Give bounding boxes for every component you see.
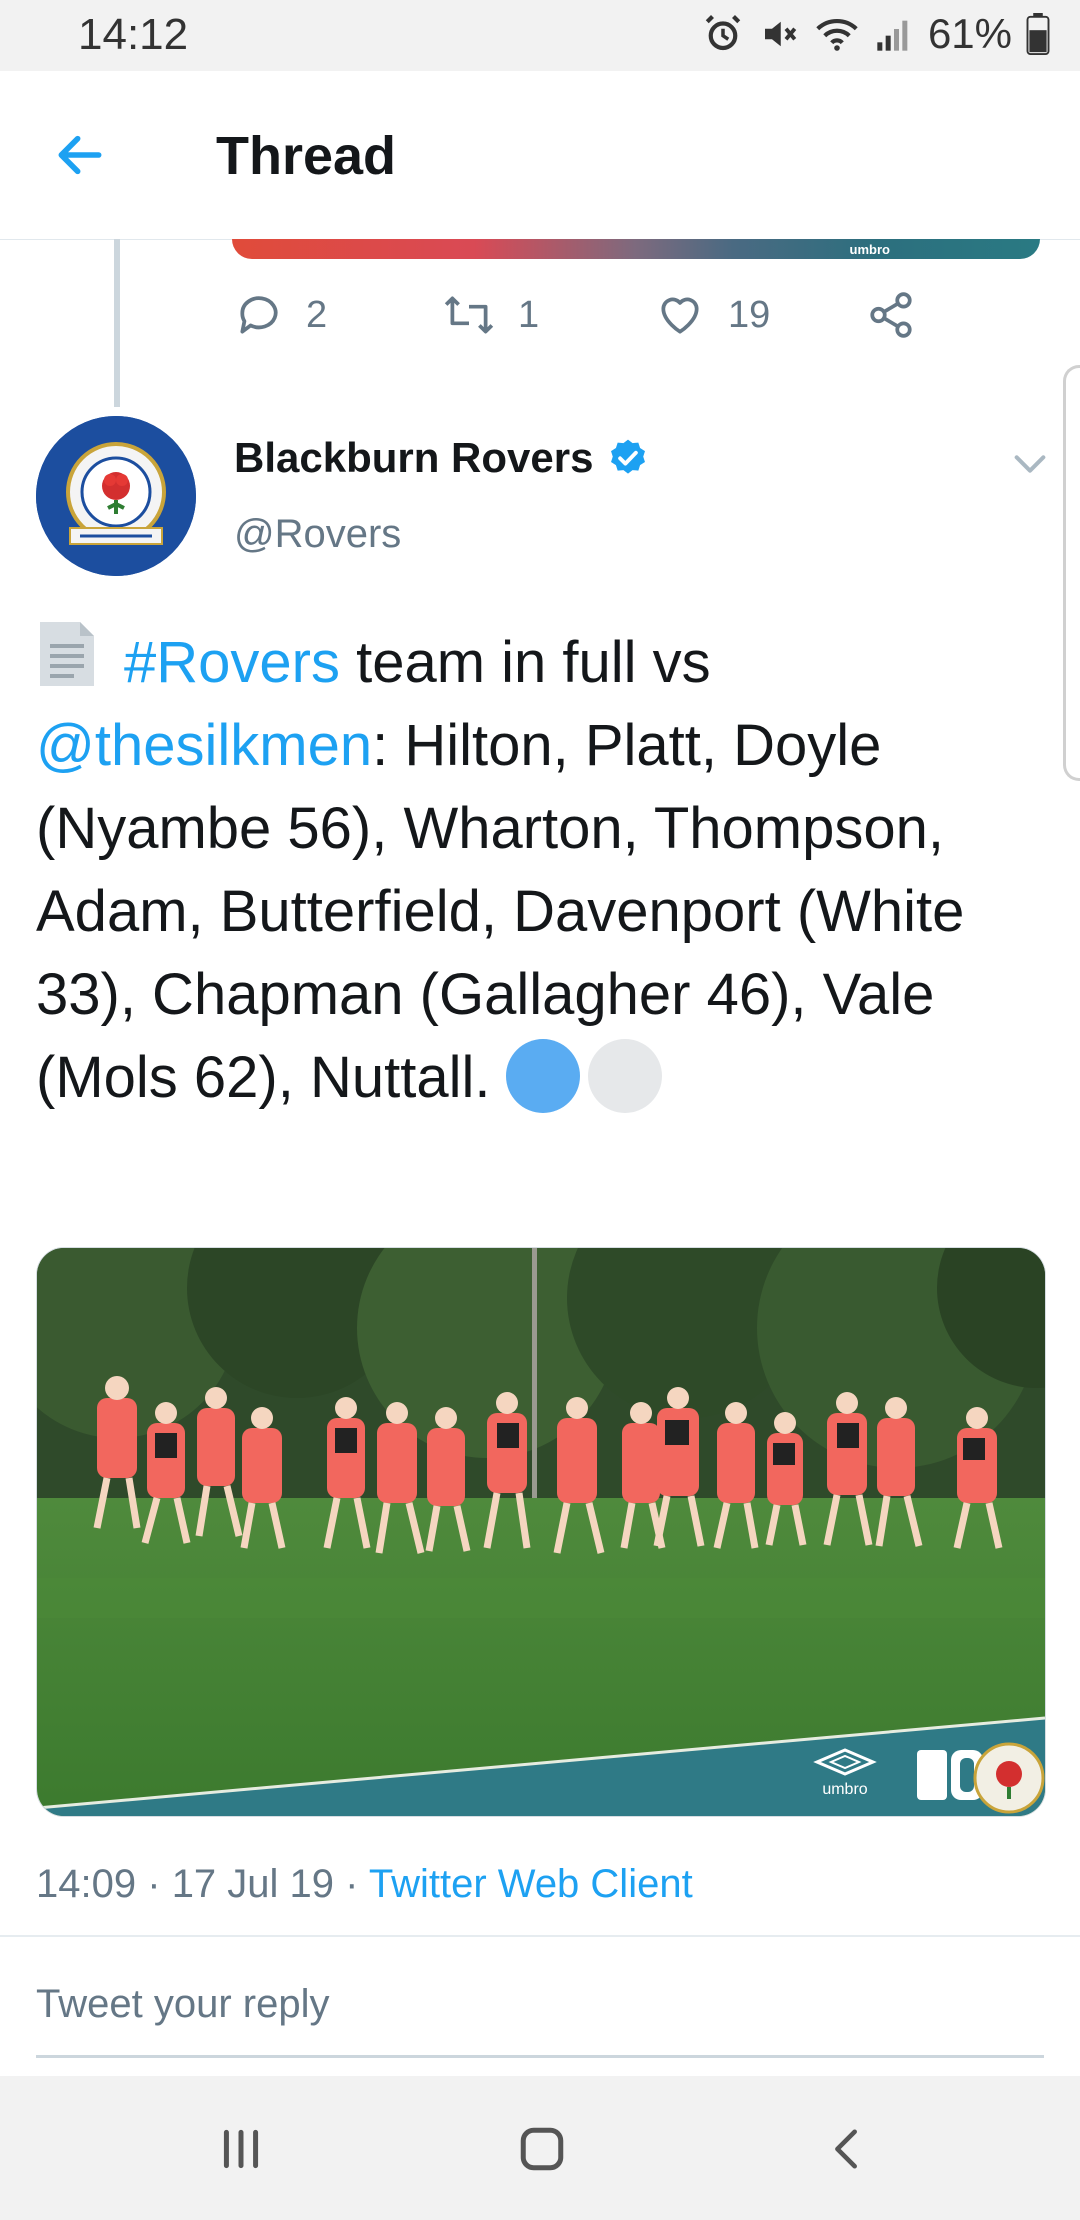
tweet-date: 17 Jul 19 (171, 1862, 335, 1906)
retweet-icon (444, 296, 494, 334)
previous-tweet-media[interactable]: umbro (232, 239, 1040, 259)
page-title: Thread (216, 126, 397, 186)
battery-percent: 61% (927, 10, 1012, 57)
verified-badge-icon (611, 439, 646, 474)
author-name: Blackburn Rovers (234, 434, 594, 481)
edge-panel-handle[interactable] (1063, 365, 1080, 781)
umbro-watermark: umbro (849, 242, 890, 257)
retweet-action[interactable]: 1 (442, 290, 539, 340)
status-bar: 14:12 61% (0, 0, 1080, 71)
status-icons: 61% (702, 10, 1050, 58)
previous-tweet-actions: 2 1 19 (0, 290, 1080, 350)
wifi-icon (816, 18, 858, 51)
reply-icon (240, 296, 278, 334)
home-icon[interactable] (516, 2124, 568, 2174)
tweet-photo[interactable]: umbro (36, 1247, 1046, 1817)
system-nav-bar (0, 2076, 1080, 2220)
app-bar: Thread (0, 71, 1080, 240)
blue-circle-emoji (506, 1039, 581, 1113)
tweet-text: #Rovers team in full vs @thesilkmen: Hil… (36, 618, 1046, 1119)
reply-count: 2 (306, 293, 328, 336)
signal-icon (877, 20, 908, 51)
author-name-row[interactable]: Blackburn Rovers (234, 434, 649, 482)
like-count: 19 (728, 293, 771, 336)
share-icon (870, 292, 912, 338)
meta-separator-1: · (147, 1862, 161, 1906)
alarm-icon (705, 15, 741, 51)
share-action[interactable] (866, 290, 916, 340)
hashtag-rovers-link[interactable]: #Rovers (124, 630, 340, 695)
reply-input-underline (36, 2055, 1044, 2058)
author-handle[interactable]: @Rovers (234, 512, 401, 557)
page-facing-up-emoji (40, 622, 94, 686)
mention-thesilkmen-link[interactable]: @thesilkmen (36, 713, 372, 778)
club-crest-icon (36, 416, 196, 576)
tweet-client-link[interactable]: Twitter Web Client (369, 1862, 693, 1906)
chevron-down-icon[interactable] (1010, 444, 1050, 484)
arrow-left-icon[interactable] (52, 127, 108, 183)
reply-input[interactable]: Tweet your reply (36, 1982, 329, 2027)
recent-apps-icon[interactable] (216, 2124, 266, 2174)
umbro-logo-text: umbro (822, 1781, 867, 1798)
meta-separator-2: · (345, 1862, 359, 1906)
heart-icon (661, 297, 699, 334)
reply-action[interactable]: 2 (234, 290, 327, 340)
tweet-time: 14:09 (36, 1862, 137, 1906)
divider (0, 1935, 1080, 1937)
mute-icon (764, 21, 797, 47)
training-photo-illustration: umbro (37, 1248, 1045, 1816)
avatar[interactable] (36, 416, 196, 576)
battery-icon (1026, 13, 1050, 55)
tweet-meta: 14:09 · 17 Jul 19 · Twitter Web Client (36, 1862, 693, 1907)
white-circle-emoji (588, 1039, 663, 1113)
tweet-text-part1: team in full vs (339, 630, 711, 695)
status-time: 14:12 (78, 10, 189, 59)
back-icon[interactable] (824, 2124, 870, 2174)
retweet-count: 1 (518, 293, 540, 336)
like-action[interactable]: 19 (654, 290, 770, 340)
